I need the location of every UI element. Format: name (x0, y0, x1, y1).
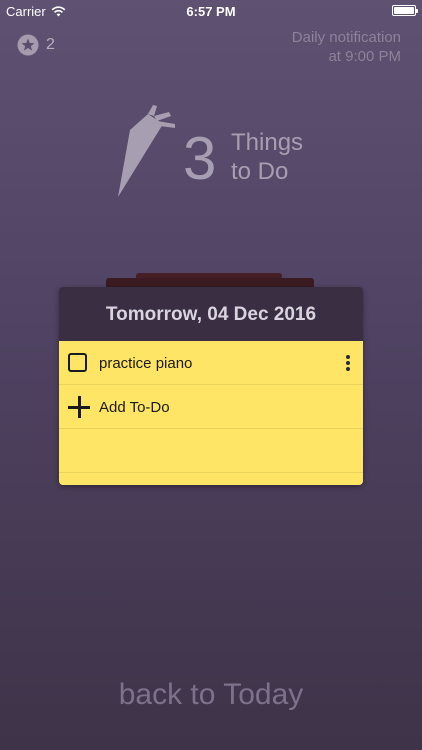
logo-title-line1: Things (231, 129, 304, 156)
more-options-icon[interactable] (343, 353, 353, 373)
todo-checkbox[interactable] (68, 353, 87, 372)
back-to-today-button[interactable]: back to Today (0, 678, 422, 712)
stacked-cards-decoration (106, 273, 314, 288)
logo-title: Things to Do (231, 128, 303, 186)
star-count-value: 2 (46, 36, 55, 53)
todo-item[interactable]: practice piano (59, 341, 363, 385)
todo-item-label: practice piano (99, 355, 193, 372)
empty-row (59, 429, 363, 473)
daily-notification-setting[interactable]: Daily notification at 9:00 PM (292, 28, 401, 66)
notification-label: Daily notification (291, 29, 401, 46)
status-bar: Carrier 6:57 PM (0, 0, 422, 22)
status-time: 6:57 PM (186, 4, 236, 19)
todo-list: practice piano Add To-Do (59, 341, 363, 485)
battery-icon (392, 5, 418, 16)
star-count-button[interactable]: 2 (17, 34, 55, 56)
carrot-logo-icon (118, 105, 175, 197)
logo-title-line2: to Do (231, 158, 289, 185)
add-todo-label: Add To-Do (99, 399, 170, 416)
card-date-title: Tomorrow, 04 Dec 2016 (59, 287, 363, 341)
notification-time: at 9:00 PM (328, 48, 401, 65)
logo-number: 3 (183, 125, 217, 192)
star-badge-icon (17, 34, 39, 56)
todo-card: Tomorrow, 04 Dec 2016 practice piano Add… (59, 287, 363, 485)
plus-icon (68, 396, 90, 418)
add-todo-button[interactable]: Add To-Do (59, 385, 363, 429)
